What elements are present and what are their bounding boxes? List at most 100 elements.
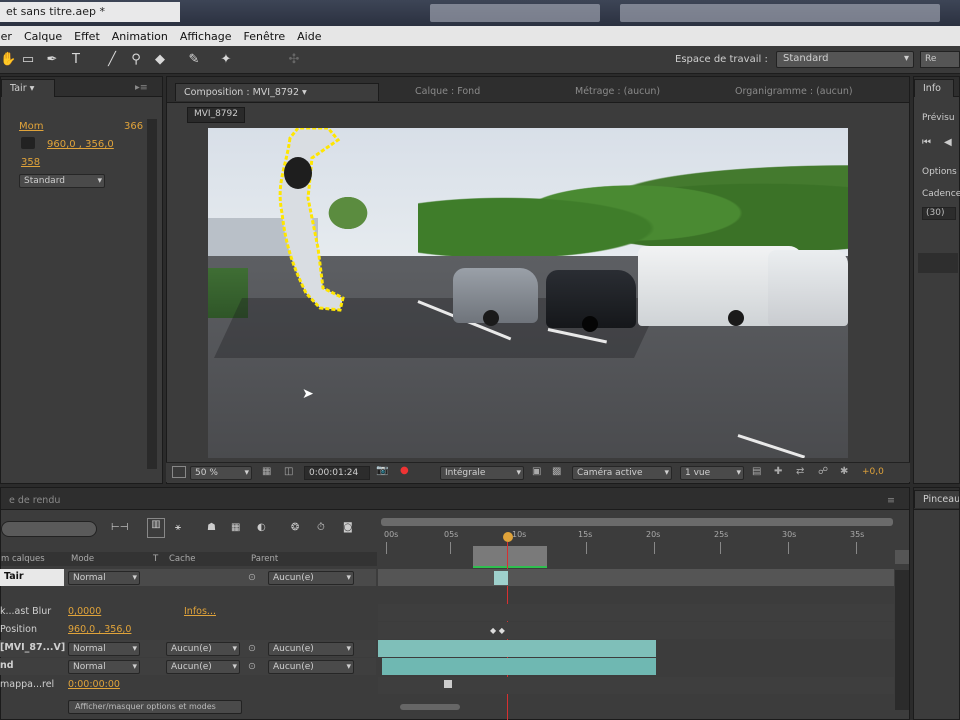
grid-icon[interactable]: ▦ <box>262 466 271 477</box>
puppet-pin-icon[interactable]: ✦ <box>218 52 234 68</box>
layer-search-input[interactable] <box>1 521 97 537</box>
layer-cache-select[interactable]: Aucun(e) <box>166 660 240 674</box>
timecode-field[interactable]: 0:00:01:24 <box>304 466 370 480</box>
exposure-icon[interactable]: ✱ <box>840 466 848 477</box>
menu-animation[interactable]: Animation <box>106 30 174 43</box>
workspace-select[interactable]: Standard <box>776 51 914 68</box>
pickwhip-icon[interactable]: ⊙ <box>248 661 256 672</box>
timeline-track[interactable] <box>378 604 894 621</box>
layer-parent-select[interactable]: Aucun(e) <box>268 571 354 585</box>
timeline-zoom-icon[interactable] <box>895 550 909 564</box>
panel-menu-icon[interactable]: ▸≡ <box>127 79 156 97</box>
layer-parent-select[interactable]: Aucun(e) <box>268 642 354 656</box>
timeline-zoom-slider[interactable] <box>400 704 460 710</box>
menu-view[interactable]: Affichage <box>174 30 238 43</box>
effect-tab[interactable]: Tair ▾ <box>1 79 55 97</box>
clone-stamp-icon[interactable]: ⚲ <box>128 52 144 68</box>
menu-layer[interactable]: Calque <box>18 30 68 43</box>
work-area-bar[interactable] <box>381 518 893 526</box>
col-cache[interactable]: Cache <box>169 554 195 564</box>
resolution-select[interactable]: Intégrale <box>440 466 524 480</box>
layer-bar[interactable] <box>382 658 656 675</box>
axis-icon[interactable]: ✣ <box>286 52 302 68</box>
tab-flowchart[interactable]: Organigramme : (aucun) <box>727 83 877 101</box>
work-area-range[interactable] <box>473 546 547 568</box>
motion-blur-icon[interactable]: ◐ <box>257 522 266 533</box>
layer-parent-select[interactable]: Aucun(e) <box>268 660 354 674</box>
draft-3d-icon[interactable]: ⚹ <box>175 522 181 533</box>
keyframe-icon[interactable] <box>444 680 452 688</box>
timeline-track[interactable]: ◆ ◆ <box>378 622 894 639</box>
layer-mode-select[interactable]: Normal <box>68 660 140 674</box>
flowchart-icon[interactable]: ☍ <box>818 466 828 477</box>
table-row[interactable]: mappa...rel 0:00:00:00 <box>0 677 376 694</box>
tab-footage[interactable]: Métrage : (aucun) <box>567 83 717 101</box>
prop-value[interactable]: 366 <box>124 121 143 132</box>
blend-select[interactable]: Standard <box>19 174 105 188</box>
breadcrumb[interactable]: MVI_8792 <box>187 107 245 123</box>
tab-composition[interactable]: Composition : MVI_8792 ▾ <box>175 83 379 101</box>
rectangle-tool-icon[interactable]: ▭ <box>20 52 36 68</box>
menu-window[interactable]: Fenêtre <box>238 30 292 43</box>
timeline-icon[interactable]: ⇄ <box>796 466 804 477</box>
menu-effect[interactable]: Effet <box>68 30 106 43</box>
keyframe-icon[interactable]: ◆ ◆ <box>490 626 505 635</box>
table-row[interactable]: Position 960,0 , 356,0 <box>0 622 376 639</box>
prop-name[interactable]: Mom <box>19 121 44 132</box>
layer-mode-select[interactable]: Normal <box>68 642 140 656</box>
timeline-track[interactable] <box>378 640 894 657</box>
layer-name[interactable]: Tair <box>0 569 64 586</box>
region-of-interest-icon[interactable]: ▣ <box>532 466 541 477</box>
exposure-value[interactable]: +0,0 <box>862 467 884 477</box>
table-row[interactable]: k...ast Blur 0,0000 Infos... <box>0 604 376 621</box>
tab-info[interactable]: Info <box>914 79 954 97</box>
shy-icon[interactable]: ☗ <box>207 522 216 533</box>
text-tool-icon[interactable]: T <box>68 52 84 68</box>
graph-editor-icon[interactable]: ⏱ <box>317 522 325 533</box>
mask-icon[interactable]: ◫ <box>284 466 293 477</box>
layer-name[interactable]: [MVI_87...V] <box>0 642 65 653</box>
cadence-value[interactable]: (30) <box>922 207 956 220</box>
fast-preview-icon[interactable]: ✚ <box>774 466 782 477</box>
brush-icon[interactable]: ╱ <box>104 52 120 68</box>
pickwhip-icon[interactable]: ⊙ <box>248 643 256 654</box>
toggle-switches-modes-button[interactable]: Afficher/masquer options et modes <box>68 700 242 714</box>
layout-icon[interactable]: ▤ <box>752 466 761 477</box>
tab-layer[interactable]: Calque : Fond <box>407 83 567 101</box>
menu-help[interactable]: Aide <box>291 30 327 43</box>
pickwhip-icon[interactable]: ⊙ <box>248 572 256 583</box>
table-row[interactable]: nd Normal Aucun(e) ⊙ Aucun(e) <box>0 658 376 675</box>
zoom-select[interactable]: 50 % <box>190 466 252 480</box>
comp-mini-flowchart-icon[interactable]: ⊢⊣ <box>111 522 128 533</box>
hand-icon[interactable]: ✋ <box>0 52 16 68</box>
layer-bar-icon[interactable]: ▥ <box>147 518 165 538</box>
frame-blending-icon[interactable]: ▦ <box>231 522 240 533</box>
browser-tab[interactable] <box>430 4 600 22</box>
camera-icon[interactable]: ◙ <box>343 522 353 533</box>
composition-viewer[interactable]: ➤ <box>208 128 848 458</box>
region-icon[interactable] <box>172 466 186 478</box>
coords-value[interactable]: 960,0 , 356,0 <box>47 139 114 150</box>
table-row[interactable]: Tair Normal ⊙ Aucun(e) <box>0 569 376 586</box>
col-mode[interactable]: Mode <box>71 554 94 564</box>
layer-cache-select[interactable]: Aucun(e) <box>166 642 240 656</box>
pen-icon[interactable]: ✒ <box>44 52 60 68</box>
brainstorm-icon[interactable]: ❂ <box>291 522 299 533</box>
layer-bar[interactable] <box>378 640 656 657</box>
timeline-track[interactable] <box>378 658 894 675</box>
timeline-track[interactable] <box>378 677 894 694</box>
crosshair-icon[interactable] <box>21 137 35 149</box>
col-layer-name[interactable]: m calques <box>1 554 45 564</box>
scrollbar[interactable] <box>147 119 157 469</box>
views-select[interactable]: 1 vue <box>680 466 744 480</box>
roto-brush-icon[interactable]: ✎ <box>186 52 202 68</box>
first-frame-icon[interactable]: ⏮ <box>922 137 931 148</box>
timeline-scrollbar[interactable] <box>895 570 909 710</box>
table-row[interactable]: [MVI_87...V] Normal Aucun(e) ⊙ Aucun(e) <box>0 640 376 657</box>
property-value[interactable]: 0:00:00:00 <box>68 679 120 690</box>
layer-mode-select[interactable]: Normal <box>68 571 140 585</box>
col-t[interactable]: T <box>153 554 158 564</box>
value-line[interactable]: 358 <box>21 157 40 168</box>
transparency-grid-icon[interactable]: ▩ <box>552 466 561 477</box>
rgb-channel-icon[interactable]: ● <box>400 465 409 476</box>
